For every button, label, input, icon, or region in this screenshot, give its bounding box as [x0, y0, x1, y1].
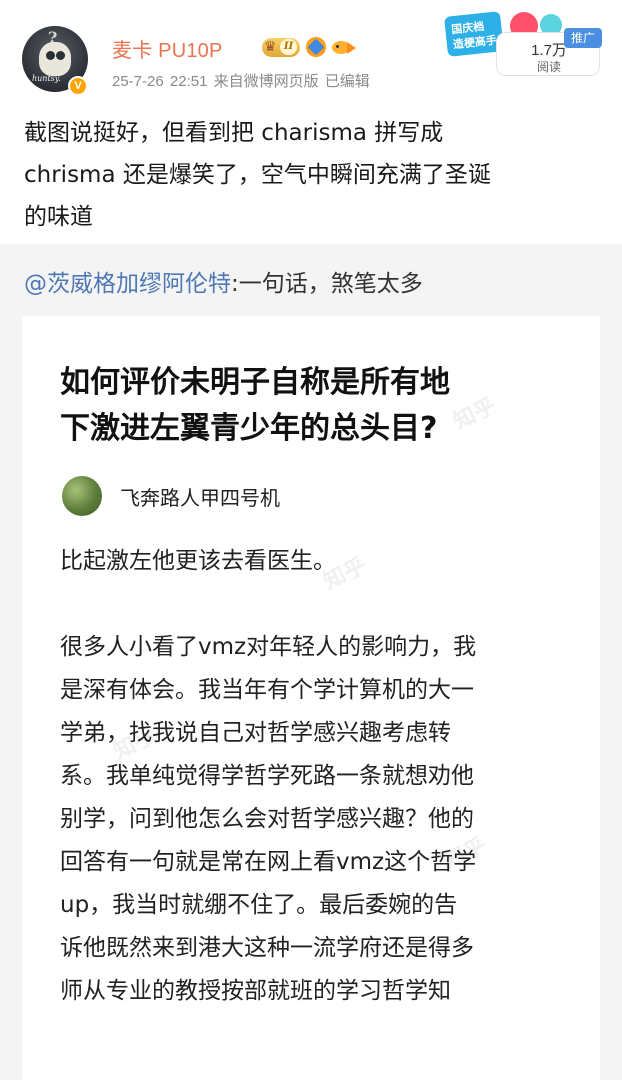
- answer-author-name: 飞奔路人甲四号机: [120, 486, 280, 510]
- answer-author-avatar: [62, 476, 102, 516]
- fish-icon[interactable]: [332, 38, 356, 56]
- question-title: 如何评价未明子自称是所有地 下激进左翼青少年的总头目?: [60, 360, 570, 452]
- post-line: 的味道: [24, 204, 93, 230]
- crown-icon: ♛: [264, 38, 277, 55]
- repost-header: @茨威格加缪阿伦特:一句话，煞笔太多: [24, 264, 423, 298]
- post-meta: 25-7-26 22:51 来自微博网页版 已编辑: [112, 73, 370, 90]
- level-badge[interactable]: ♛ II: [262, 37, 300, 57]
- answer-line: 比起激左他更该去看医生。: [60, 548, 336, 574]
- post-line: 截图说挺好，但看到把 charisma 拼写成: [24, 120, 444, 146]
- question-title-line: 如何评价未明子自称是所有地: [60, 365, 450, 400]
- answer-line: 别学，问到他怎么会对哲学感兴趣？他的: [60, 806, 474, 832]
- answer-paragraph-2: 很多人小看了vmz对年轻人的影响力，我 是深有体会。我当年有个学计算机的大一 学…: [60, 626, 580, 1013]
- answer-line: up，我当时就绷不住了。最后委婉的告: [60, 892, 458, 918]
- answer-line: 诉他既然来到港大这种一流学府还是得多: [60, 935, 474, 961]
- owl-eye-right: [56, 51, 65, 60]
- user-badges: ♛ II: [262, 36, 356, 58]
- owl-eye-left: [46, 51, 55, 60]
- answer-line: 回答有一句就是常在网上看vmz这个哲学: [60, 849, 477, 875]
- answer-line: 学弟，找我说自己对哲学感兴趣考虑转: [60, 720, 451, 746]
- member-diamond-icon[interactable]: [306, 37, 326, 57]
- repost-section[interactable]: @茨威格加缪阿伦特:一句话，煞笔太多 知乎 知乎 知乎 知乎 如何评价未明子自称…: [0, 244, 622, 1080]
- answer-paragraph-1: 比起激左他更该去看医生。: [60, 540, 580, 583]
- screenshot-card[interactable]: 知乎 知乎 知乎 知乎 如何评价未明子自称是所有地 下激进左翼青少年的总头目? …: [22, 316, 600, 1080]
- verified-icon: V: [68, 76, 88, 96]
- promo-widget[interactable]: 国庆档 造梗高手 1.7万 阅读 推广: [444, 10, 604, 76]
- author-name[interactable]: 麦卡 PU10P: [112, 34, 223, 63]
- answer-line: 师从专业的教授按部就班的学习哲学知: [60, 978, 451, 1004]
- post-line: chrisma 还是爆笑了，空气中瞬间充满了圣诞: [24, 162, 491, 188]
- read-label: 阅读: [536, 60, 561, 74]
- push-badge[interactable]: 推广: [564, 28, 602, 48]
- question-title-line: 下激进左翼青少年的总头目?: [60, 411, 438, 446]
- post-body: 截图说挺好，但看到把 charisma 拼写成 chrisma 还是爆笑了，空气…: [24, 112, 604, 238]
- answer-line: 系。我单纯觉得学哲学死路一条就想劝他: [60, 763, 474, 789]
- owl-icon: [39, 42, 71, 76]
- weibo-post: ? huntsy. V 麦卡 PU10P ♛ II 25-7-26 22:51 …: [0, 0, 622, 244]
- avatar-signature: huntsy.: [32, 74, 61, 83]
- promo-line2: 造梗高手: [452, 33, 498, 52]
- answer-line: 很多人小看了vmz对年轻人的影响力，我: [60, 634, 477, 660]
- promo-flag[interactable]: 国庆档 造梗高手: [444, 11, 504, 57]
- repost-mention[interactable]: @茨威格加缪阿伦特: [24, 271, 231, 297]
- answer-line: 是深有体会。我当年有个学计算机的大一: [60, 677, 474, 703]
- repost-comment: :一句话，煞笔太多: [231, 271, 423, 297]
- level-number: II: [280, 38, 297, 55]
